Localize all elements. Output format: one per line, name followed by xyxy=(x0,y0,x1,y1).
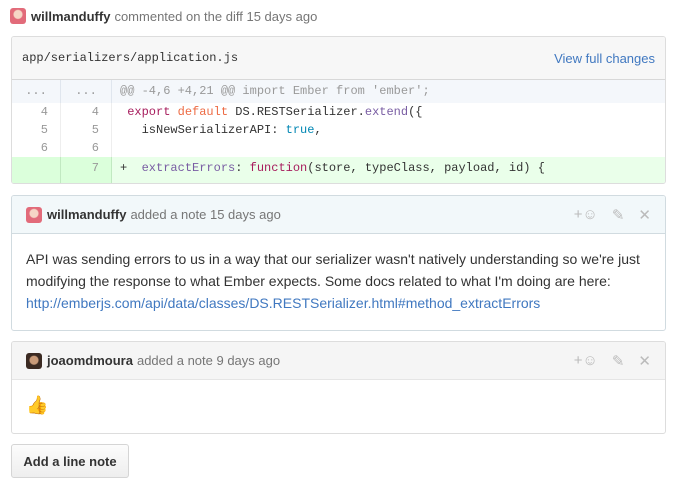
close-icon[interactable]: ✕ xyxy=(638,352,651,370)
comment-meta: commented on the diff 15 days ago xyxy=(114,8,318,24)
note-meta: added a note 9 days ago xyxy=(136,353,281,368)
view-full-changes-link[interactable]: View full changes xyxy=(554,51,655,66)
author-link[interactable]: willmanduffy xyxy=(47,207,126,222)
diff-line: 6 6 xyxy=(12,139,665,157)
expand-new[interactable]: ... xyxy=(61,80,112,103)
add-line-note-button[interactable]: Add a line note xyxy=(11,444,129,478)
old-line-number[interactable]: 6 xyxy=(12,139,61,157)
close-icon[interactable]: ✕ xyxy=(638,206,651,224)
diff-line: 4 4 export default DS.RESTSerializer.ext… xyxy=(12,103,665,121)
line-note: joaomdmoura added a note 9 days ago +☺ ✎… xyxy=(11,341,666,434)
note-header: willmanduffy added a note 15 days ago +☺… xyxy=(12,196,665,234)
note-body: 👍 xyxy=(12,380,665,431)
note-meta: added a note 15 days ago xyxy=(130,207,281,222)
new-line-number[interactable]: 6 xyxy=(61,139,112,157)
file-name: app/serializers/application.js xyxy=(22,51,239,65)
old-line-number[interactable]: 4 xyxy=(12,103,61,121)
code: + extractErrors: function(store, typeCla… xyxy=(120,161,545,175)
file-header: app/serializers/application.js View full… xyxy=(12,37,665,80)
note-header: joaomdmoura added a note 9 days ago +☺ ✎… xyxy=(12,342,665,380)
code: isNewSerializerAPI: true, xyxy=(120,123,322,137)
comment-header: willmanduffy commented on the diff 15 da… xyxy=(10,6,317,26)
pencil-icon[interactable]: ✎ xyxy=(612,352,625,370)
thumbs-up-icon: 👍 xyxy=(26,395,49,415)
docs-link[interactable]: http://emberjs.com/api/data/classes/DS.R… xyxy=(26,295,540,311)
new-line-number[interactable]: 4 xyxy=(61,103,112,121)
diff-line: 5 5 isNewSerializerAPI: true, xyxy=(12,121,665,139)
avatar[interactable] xyxy=(10,8,26,24)
add-reaction-icon[interactable]: +☺ xyxy=(574,206,598,224)
new-line-number[interactable]: 5 xyxy=(61,121,112,139)
line-note: willmanduffy added a note 15 days ago +☺… xyxy=(11,195,666,331)
avatar[interactable] xyxy=(26,352,42,369)
hunk-text: @@ -4,6 +4,21 @@ import Ember from 'embe… xyxy=(120,84,430,98)
note-body: API was sending errors to us in a way th… xyxy=(12,234,665,328)
expand-old[interactable]: ... xyxy=(12,80,61,103)
author-link[interactable]: joaomdmoura xyxy=(47,353,133,368)
pencil-icon[interactable]: ✎ xyxy=(612,206,625,224)
avatar[interactable] xyxy=(26,206,42,223)
code: export default DS.RESTSerializer.extend(… xyxy=(127,105,423,119)
code xyxy=(112,139,120,157)
add-reaction-icon[interactable]: +☺ xyxy=(574,352,598,370)
old-line-number[interactable] xyxy=(12,157,61,183)
new-line-number[interactable]: 7 xyxy=(61,157,112,183)
diff-line-added: 7 + extractErrors: function(store, typeC… xyxy=(12,157,665,183)
diff-box: app/serializers/application.js View full… xyxy=(11,36,666,184)
hunk-header: ... ... @@ -4,6 +4,21 @@ import Ember fr… xyxy=(12,80,665,103)
author-link[interactable]: willmanduffy xyxy=(31,9,110,24)
note-text: API was sending errors to us in a way th… xyxy=(26,251,640,289)
old-line-number[interactable]: 5 xyxy=(12,121,61,139)
